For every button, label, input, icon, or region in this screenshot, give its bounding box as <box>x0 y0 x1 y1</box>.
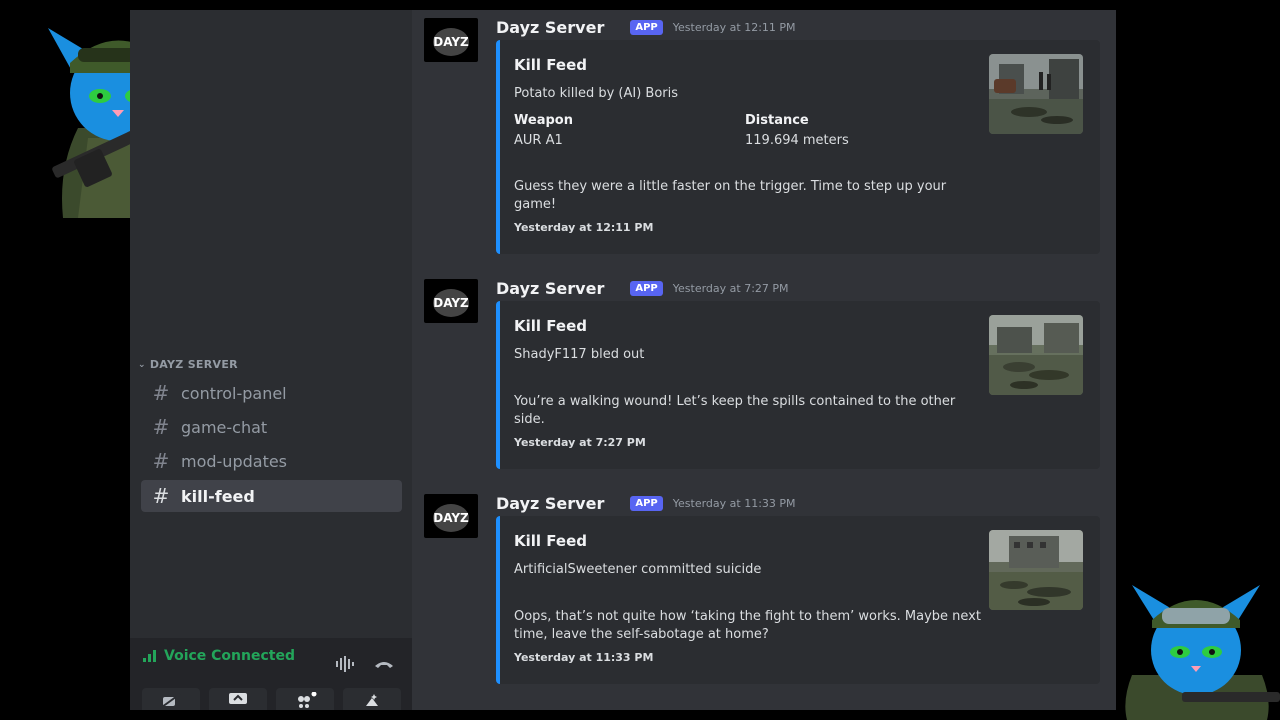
server-avatar[interactable]: DAYZ <box>424 18 478 62</box>
camera-off-icon <box>161 693 181 708</box>
embed-thumbnail-image[interactable] <box>989 54 1083 134</box>
svg-text:DAYZ: DAYZ <box>433 511 469 525</box>
app-badge: APP <box>630 281 663 296</box>
channel-mod-updates[interactable]: # mod-updates <box>141 445 402 477</box>
message-timestamp: Yesterday at 7:27 PM <box>672 282 789 295</box>
embed-footer: Yesterday at 7:27 PM <box>514 436 646 449</box>
author-name[interactable]: Dayz Server <box>496 279 604 298</box>
message-timestamp: Yesterday at 12:11 PM <box>672 21 796 34</box>
soundboard-sparkle-button[interactable] <box>343 688 401 710</box>
voice-status-text: Voice Connected <box>164 648 295 664</box>
author-name[interactable]: Dayz Server <box>496 18 604 37</box>
chevron-down-icon: ⌄ <box>138 359 146 370</box>
app-badge: APP <box>630 496 663 511</box>
embed-quote: Guess they were a little faster on the t… <box>514 179 947 212</box>
hash-icon: # <box>152 381 170 405</box>
embed-title: Kill Feed <box>514 532 587 550</box>
server-avatar[interactable]: DAYZ <box>424 279 478 323</box>
message-list: DAYZ Dayz Server APP Yesterday at 12:11 … <box>412 10 1116 710</box>
soundboard-icon <box>336 656 354 672</box>
channel-sidebar: ⌄ DAYZ SERVER # control-panel # game-cha… <box>130 10 412 710</box>
disconnect-button[interactable] <box>370 652 398 676</box>
channel-label: game-chat <box>181 417 268 437</box>
soundboard-button[interactable] <box>332 652 360 676</box>
svg-text:DAYZ: DAYZ <box>433 296 469 310</box>
embed-footer: Yesterday at 11:33 PM <box>514 651 654 664</box>
voice-panel: Voice Connected <box>130 638 412 710</box>
category-label: DAYZ SERVER <box>149 358 238 371</box>
disconnect-icon <box>375 662 393 668</box>
svg-text:DAYZ: DAYZ <box>433 35 469 49</box>
voice-status-row[interactable]: Voice Connected <box>142 648 295 664</box>
embed-title: Kill Feed <box>514 56 587 74</box>
activities-button[interactable] <box>276 688 334 710</box>
server-avatar[interactable]: DAYZ <box>424 494 478 538</box>
embed-description: ShadyF117 bled out <box>514 347 645 362</box>
screen-share-icon <box>229 693 247 704</box>
category-header[interactable]: ⌄ DAYZ SERVER <box>138 358 238 371</box>
embed-title: Kill Feed <box>514 317 587 335</box>
dayz-logo-icon: DAYZ <box>433 504 469 532</box>
message: DAYZ Dayz Server APP Yesterday at 12:11 … <box>412 18 1116 258</box>
message-header: Dayz Server APP Yesterday at 7:27 PM <box>496 279 789 298</box>
channel-label: mod-updates <box>181 451 288 471</box>
camera-button[interactable] <box>142 688 200 710</box>
embed-footer: Yesterday at 12:11 PM <box>514 221 654 234</box>
message: DAYZ Dayz Server APP Yesterday at 7:27 P… <box>412 279 1116 479</box>
channel-game-chat[interactable]: # game-chat <box>141 411 402 443</box>
dayz-logo-icon: DAYZ <box>433 28 469 56</box>
signal-icon <box>143 650 156 662</box>
message-header: Dayz Server APP Yesterday at 11:33 PM <box>496 494 796 513</box>
cat-soldier-mascot-image-small <box>1125 585 1280 720</box>
embed-thumbnail-image[interactable] <box>989 530 1083 610</box>
soundboard-sparkle-icon <box>366 694 378 706</box>
hash-icon: # <box>152 484 170 508</box>
field-value-distance: 119.694 meters <box>745 133 849 148</box>
hash-icon: # <box>152 449 170 473</box>
kill-feed-embed: Kill Feed ShadyF117 bled out You’re a wa… <box>496 301 1100 469</box>
embed-quote: Oops, that’s not quite how ‘taking the f… <box>514 609 981 642</box>
embed-quote: You’re a walking wound! Let’s keep the s… <box>514 394 956 427</box>
embed-thumbnail-image[interactable] <box>989 315 1083 395</box>
app-badge: APP <box>630 20 663 35</box>
message: DAYZ Dayz Server APP Yesterday at 11:33 … <box>412 494 1116 694</box>
screen-share-button[interactable] <box>209 688 267 710</box>
field-value-weapon: AUR A1 <box>514 133 563 148</box>
field-name-distance: Distance <box>745 113 809 128</box>
channel-kill-feed[interactable]: # kill-feed <box>141 480 402 512</box>
kill-feed-embed: Kill Feed Potato killed by (AI) Boris We… <box>496 40 1100 254</box>
channel-label: kill-feed <box>181 486 255 506</box>
dayz-logo-icon: DAYZ <box>433 289 469 317</box>
channel-label: control-panel <box>181 383 287 403</box>
message-header: Dayz Server APP Yesterday at 12:11 PM <box>496 18 796 37</box>
message-timestamp: Yesterday at 11:33 PM <box>672 497 796 510</box>
embed-description: Potato killed by (AI) Boris <box>514 86 679 101</box>
channel-control-panel[interactable]: # control-panel <box>141 377 402 409</box>
embed-description: ArtificialSweetener committed suicide <box>514 562 762 577</box>
hash-icon: # <box>152 415 170 439</box>
activities-icon <box>298 692 317 708</box>
field-name-weapon: Weapon <box>514 113 573 128</box>
author-name[interactable]: Dayz Server <box>496 494 604 513</box>
kill-feed-embed: Kill Feed ArtificialSweetener committed … <box>496 516 1100 684</box>
